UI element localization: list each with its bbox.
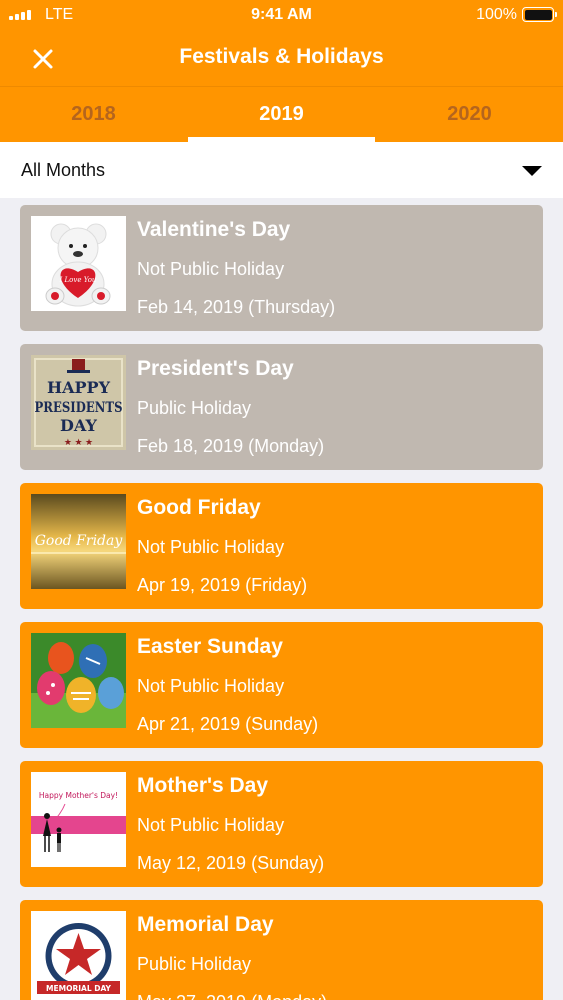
- mothers-day-image: Happy Mother's Day!: [31, 772, 126, 867]
- holiday-type: Public Holiday: [137, 954, 252, 974]
- month-filter-dropdown[interactable]: All Months: [0, 142, 563, 198]
- image-caption-happy: HAPPY: [47, 378, 111, 397]
- holiday-type: Not Public Holiday: [137, 676, 285, 696]
- image-caption: Happy Mother's Day!: [39, 791, 118, 800]
- battery-icon: [522, 7, 557, 22]
- tab-2018[interactable]: 2018: [0, 87, 187, 142]
- holiday-card[interactable]: Good Friday Good Friday Not Public Holid…: [20, 483, 543, 609]
- teddy-bear-heart-image: I Love You: [31, 216, 126, 311]
- holiday-list[interactable]: I Love You Valentine's Day Not Public Ho…: [0, 198, 563, 1000]
- chevron-down-icon: [522, 166, 542, 176]
- holiday-card[interactable]: HAPPY PRESIDENTS DAY ★ ★ ★ President's D…: [20, 344, 543, 470]
- holiday-type: Not Public Holiday: [137, 259, 285, 279]
- easter-eggs-image: [31, 633, 126, 728]
- holiday-date: Feb 18, 2019 (Monday): [137, 436, 325, 456]
- star-icon: ★ ★ ★: [64, 437, 93, 447]
- tab-2019[interactable]: 2019: [188, 87, 375, 142]
- image-caption: Good Friday: [35, 533, 124, 549]
- holiday-card[interactable]: MEMORIAL DAY Memorial Day Public Holiday…: [20, 900, 543, 1000]
- year-tabs: 2018 2019 2020: [0, 87, 563, 142]
- status-bar: LTE 9:41 AM 100%: [0, 0, 563, 30]
- holiday-name: Valentine's Day: [137, 218, 291, 241]
- image-caption: I Love You: [59, 276, 97, 284]
- tab-label: 2020: [447, 103, 492, 125]
- presidents-day-image: HAPPY PRESIDENTS DAY ★ ★ ★: [31, 355, 126, 450]
- holiday-date: Feb 14, 2019 (Thursday): [137, 297, 336, 317]
- image-caption: MEMORIAL DAY: [46, 984, 111, 993]
- tab-2020[interactable]: 2020: [376, 87, 563, 142]
- good-friday-image: Good Friday: [31, 494, 126, 589]
- memorial-day-image: MEMORIAL DAY: [31, 911, 126, 1000]
- holiday-name: Easter Sunday: [137, 635, 283, 658]
- holiday-type: Not Public Holiday: [137, 537, 285, 557]
- holiday-date: Apr 19, 2019 (Friday): [137, 575, 308, 595]
- month-filter-label: All Months: [21, 160, 106, 180]
- navigation-bar: Festivals & Holidays: [0, 30, 563, 87]
- holiday-card[interactable]: I Love You Valentine's Day Not Public Ho…: [20, 205, 543, 331]
- image-caption-presidents: PRESIDENTS: [35, 400, 123, 416]
- holiday-name: Mother's Day: [137, 774, 269, 797]
- holiday-type: Not Public Holiday: [137, 815, 285, 835]
- holiday-type: Public Holiday: [137, 398, 252, 418]
- holiday-date: May 12, 2019 (Sunday): [137, 853, 325, 873]
- image-caption-day: DAY: [60, 416, 97, 435]
- holiday-date: May 27, 2019 (Monday): [137, 992, 327, 1000]
- holiday-name: Good Friday: [137, 496, 261, 519]
- holiday-date: Apr 21, 2019 (Sunday): [137, 714, 319, 734]
- tab-label: 2019: [259, 103, 304, 125]
- holiday-card[interactable]: Easter Sunday Not Public Holiday Apr 21,…: [20, 622, 543, 748]
- battery-percentage: 100%: [476, 6, 517, 23]
- page-title: Festivals & Holidays: [179, 45, 384, 68]
- tab-label: 2018: [71, 103, 116, 125]
- holiday-name: Memorial Day: [137, 913, 274, 936]
- holiday-card[interactable]: Happy Mother's Day! Mother's Day Not Pub…: [20, 761, 543, 887]
- holiday-name: President's Day: [137, 357, 294, 380]
